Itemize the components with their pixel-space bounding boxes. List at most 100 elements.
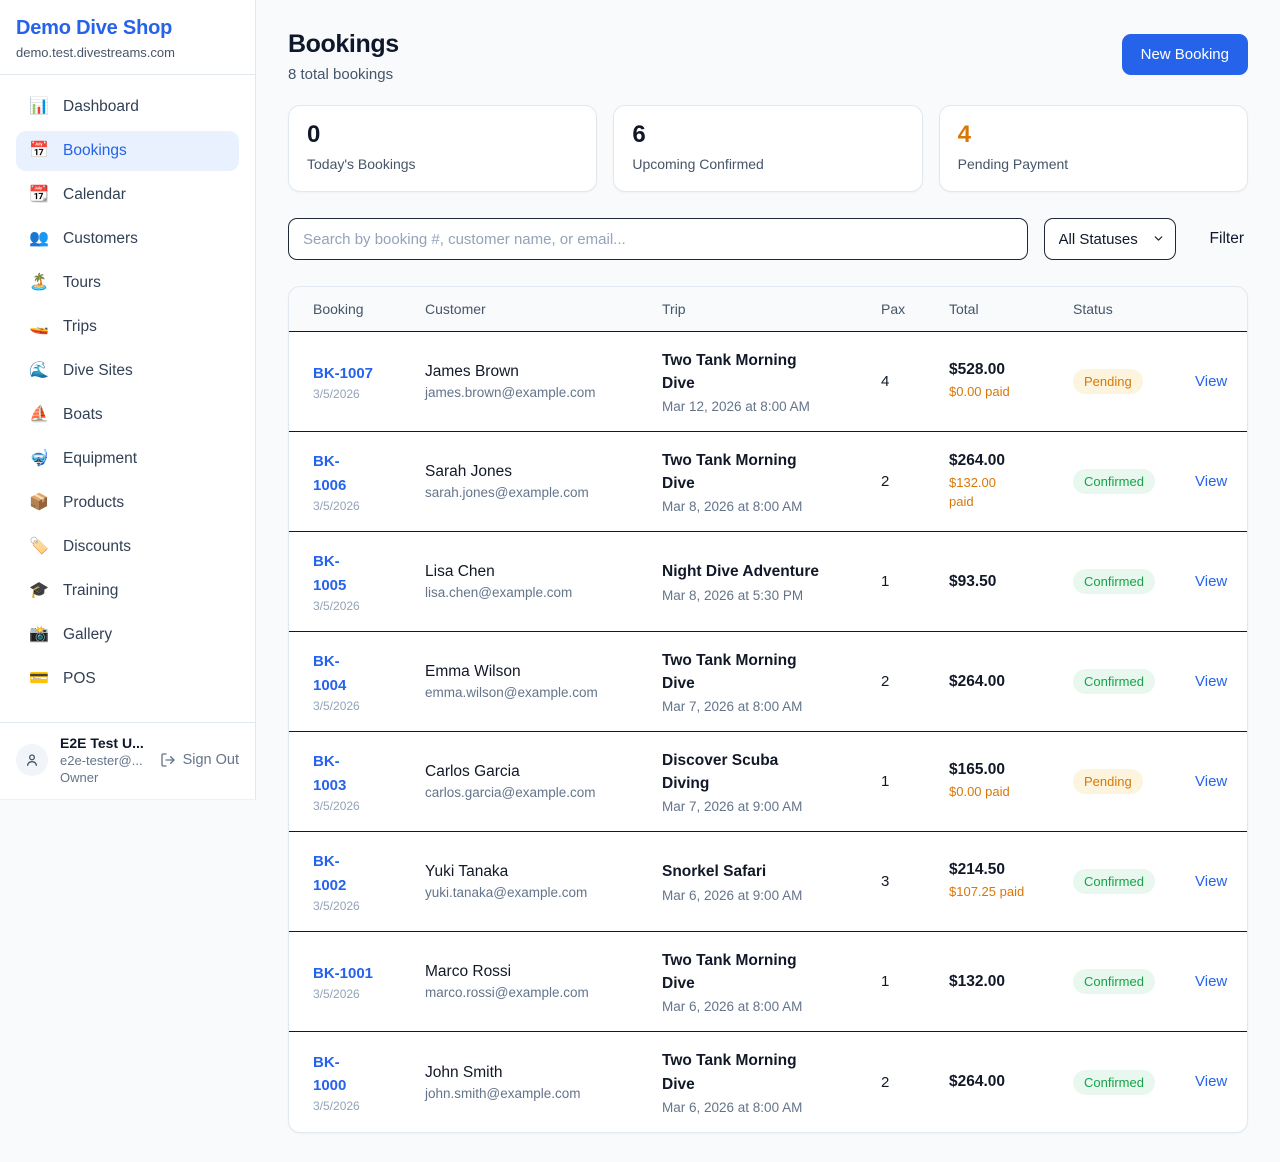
paid-amount: $107.25 paid — [949, 883, 1063, 902]
booking-id-link[interactable]: BK-1006 — [313, 450, 355, 497]
column-header-booking: Booking — [313, 301, 425, 317]
sidebar-item-dashboard[interactable]: 📊Dashboard — [16, 87, 239, 127]
sidebar-item-boats[interactable]: ⛵Boats — [16, 395, 239, 435]
page-subtitle: 8 total bookings — [288, 66, 399, 83]
sidebar-item-tours[interactable]: 🏝️ Tours — [16, 263, 239, 303]
trip-name: Snorkel Safari — [662, 860, 824, 883]
customer-name: Emma Wilson — [425, 663, 652, 681]
sidebar-nav: 📊Dashboard📅Bookings📆Calendar👥Customers🏝️… — [0, 75, 255, 722]
trip-datetime: Mar 8, 2026 at 8:00 AM — [662, 499, 871, 514]
booking-date: 3/5/2026 — [313, 599, 415, 613]
view-link[interactable]: View — [1195, 1073, 1227, 1090]
view-link[interactable]: View — [1195, 873, 1227, 890]
sidebar-item-label: Discounts — [63, 538, 131, 556]
total-amount: $264.00 — [949, 673, 1063, 691]
pax-count: 1 — [881, 973, 949, 990]
sidebar-item-products[interactable]: 📦Products — [16, 483, 239, 523]
customer-email: marco.rossi@example.com — [425, 985, 652, 1000]
table-row: BK-1001 3/5/2026 Marco Rossi marco.rossi… — [289, 932, 1247, 1032]
brand-block: Demo Dive Shop demo.test.divestreams.com — [0, 0, 255, 75]
sign-out-icon — [160, 752, 176, 768]
sidebar-item-trips[interactable]: 🚤Trips — [16, 307, 239, 347]
stat-card: 0Today's Bookings — [288, 105, 597, 192]
booking-id-link[interactable]: BK-1001 — [313, 962, 373, 985]
user-name: E2E Test U... — [60, 735, 148, 751]
view-link[interactable]: View — [1195, 573, 1227, 590]
column-header-status: Status — [1073, 301, 1195, 317]
brand-domain: demo.test.divestreams.com — [16, 45, 239, 60]
stat-value: 4 — [958, 121, 1229, 149]
stat-label: Upcoming Confirmed — [632, 156, 903, 172]
table-row: BK-1000 3/5/2026 John Smith john.smith@e… — [289, 1032, 1247, 1132]
sidebar-item-label: Equipment — [63, 450, 137, 468]
table-row: BK-1006 3/5/2026 Sarah Jones sarah.jones… — [289, 432, 1247, 532]
booking-id-link[interactable]: BK-1002 — [313, 850, 355, 897]
sidebar-item-dive-sites[interactable]: 🌊Dive Sites — [16, 351, 239, 391]
sidebar-item-discounts[interactable]: 🏷️Discounts — [16, 527, 239, 567]
sidebar-item-equipment[interactable]: 🤿Equipment — [16, 439, 239, 479]
view-link[interactable]: View — [1195, 973, 1227, 990]
status-badge: Pending — [1073, 769, 1143, 794]
page-header: Bookings 8 total bookings New Booking — [288, 30, 1248, 83]
status-badge: Confirmed — [1073, 569, 1155, 594]
status-badge: Confirmed — [1073, 969, 1155, 994]
filter-row: All Statuses Filter — [288, 218, 1248, 260]
sidebar-item-bookings[interactable]: 📅Bookings — [16, 131, 239, 171]
total-amount: $165.00 — [949, 761, 1063, 779]
trip-datetime: Mar 7, 2026 at 9:00 AM — [662, 799, 871, 814]
status-badge: Confirmed — [1073, 669, 1155, 694]
total-amount: $264.00 — [949, 452, 1063, 470]
view-link[interactable]: View — [1195, 373, 1227, 390]
sidebar-item-pos[interactable]: 💳POS — [16, 659, 239, 699]
sidebar-item-customers[interactable]: 👥Customers — [16, 219, 239, 259]
sidebar-item-calendar[interactable]: 📆Calendar — [16, 175, 239, 215]
sidebar-item-label: Dashboard — [63, 98, 139, 116]
booking-id-link[interactable]: BK-1005 — [313, 550, 355, 597]
sidebar-item-label: Trips — [63, 318, 97, 336]
sidebar-item-label: Products — [63, 494, 124, 512]
search-input[interactable] — [288, 218, 1028, 260]
trip-name: Discover Scuba Diving — [662, 749, 824, 796]
customer-email: emma.wilson@example.com — [425, 685, 652, 700]
booking-date: 3/5/2026 — [313, 899, 415, 913]
booking-id-link[interactable]: BK-1007 — [313, 362, 373, 385]
stat-label: Today's Bookings — [307, 156, 578, 172]
sidebar-item-label: Tours — [63, 274, 101, 292]
tours-icon: 🏝️ — [28, 275, 50, 291]
filter-button[interactable]: Filter — [1210, 230, 1244, 248]
booking-id-link[interactable]: BK-1003 — [313, 750, 355, 797]
customer-email: john.smith@example.com — [425, 1086, 652, 1101]
customer-email: lisa.chen@example.com — [425, 585, 652, 600]
training-icon: 🎓 — [28, 583, 50, 599]
booking-id-link[interactable]: BK-1004 — [313, 650, 355, 697]
customer-name: Sarah Jones — [425, 463, 652, 481]
booking-date: 3/5/2026 — [313, 799, 415, 813]
brand-title[interactable]: Demo Dive Shop — [16, 17, 239, 40]
pax-count: 1 — [881, 573, 949, 590]
table-row: BK-1002 3/5/2026 Yuki Tanaka yuki.tanaka… — [289, 832, 1247, 932]
status-badge: Confirmed — [1073, 869, 1155, 894]
status-badge: Confirmed — [1073, 469, 1155, 494]
view-link[interactable]: View — [1195, 673, 1227, 690]
status-select[interactable]: All Statuses — [1044, 218, 1176, 260]
view-link[interactable]: View — [1195, 473, 1227, 490]
bookings-table: BookingCustomerTripPaxTotalStatus BK-100… — [288, 286, 1248, 1133]
customer-name: James Brown — [425, 363, 652, 381]
booking-id-link[interactable]: BK-1000 — [313, 1051, 355, 1098]
sign-out-button[interactable]: Sign Out — [160, 752, 239, 768]
customer-email: sarah.jones@example.com — [425, 485, 652, 500]
booking-date: 3/5/2026 — [313, 387, 415, 401]
stat-card: 6 Upcoming Confirmed — [613, 105, 922, 192]
stat-value: 6 — [632, 121, 903, 149]
sidebar-item-gallery[interactable]: 📸Gallery — [16, 615, 239, 655]
sidebar-item-training[interactable]: 🎓Training — [16, 571, 239, 611]
paid-amount: $0.00 paid — [949, 783, 1063, 802]
pax-count: 1 — [881, 773, 949, 790]
total-amount: $528.00 — [949, 361, 1063, 379]
view-link[interactable]: View — [1195, 773, 1227, 790]
trip-datetime: Mar 12, 2026 at 8:00 AM — [662, 399, 871, 414]
trip-datetime: Mar 7, 2026 at 8:00 AM — [662, 699, 871, 714]
new-booking-button[interactable]: New Booking — [1122, 34, 1248, 75]
table-row: BK-1003 3/5/2026 Carlos Garcia carlos.ga… — [289, 732, 1247, 832]
trip-name: Two Tank Morning Dive — [662, 449, 824, 496]
